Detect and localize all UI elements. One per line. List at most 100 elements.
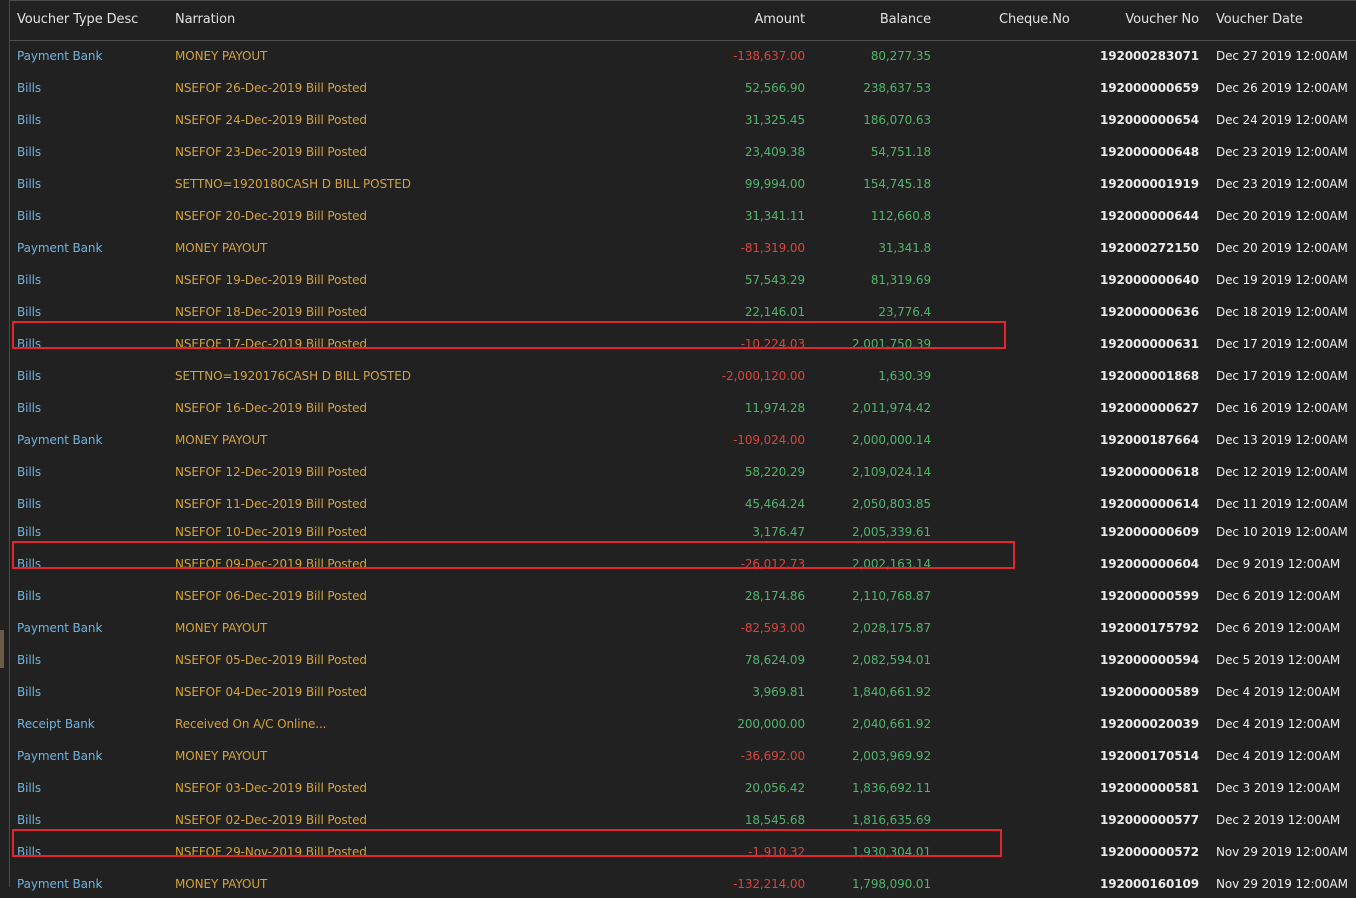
table-row[interactable]: Bills SETTNO=1920180CASH D BILL POSTED 99,…	[10, 170, 1356, 198]
table-row[interactable]: Bills NSEFOF 24-Dec-2019 Bill Posted 31,32…	[10, 106, 1356, 134]
table-row[interactable]: Bills NSEFOF 02-Dec-2019 Bill Posted 18,54…	[10, 806, 1356, 834]
voucher-no-cell: 192000170514	[1100, 749, 1199, 763]
balance-cell: 2,005,339.61	[852, 525, 931, 539]
table-row[interactable]: Payment Bank MONEY PAYOUT -132,214.00 1,798…	[10, 870, 1356, 898]
balance-cell: 238,637.53	[863, 81, 931, 95]
table-row[interactable]: Bills NSEFOF 19-Dec-2019 Bill Posted 57,54…	[10, 266, 1356, 294]
narration-cell: NSEFOF 17-Dec-2019 Bill Posted	[175, 337, 367, 351]
voucher-no-cell: 192000000572	[1100, 845, 1199, 859]
voucher-type-cell: Bills	[17, 465, 41, 479]
voucher-type-cell: Payment Bank	[17, 877, 103, 891]
voucher-no-cell: 192000272150	[1100, 241, 1199, 255]
voucher-type-cell: Bills	[17, 337, 41, 351]
voucher-no-cell: 192000000659	[1100, 81, 1199, 95]
table-row[interactable]: Payment Bank MONEY PAYOUT -81,319.00 31,341…	[10, 234, 1356, 262]
table-row[interactable]: Bills NSEFOF 23-Dec-2019 Bill Posted 23,40…	[10, 138, 1356, 166]
narration-cell: NSEFOF 18-Dec-2019 Bill Posted	[175, 305, 367, 319]
balance-cell: 154,745.18	[863, 177, 931, 191]
table-row[interactable]: Bills SETTNO=1920176CASH D BILL POSTED -2,…	[10, 362, 1356, 390]
narration-cell: NSEFOF 04-Dec-2019 Bill Posted	[175, 685, 367, 699]
table-row[interactable]: Bills NSEFOF 12-Dec-2019 Bill Posted 58,22…	[10, 458, 1356, 486]
table-row[interactable]: Bills NSEFOF 16-Dec-2019 Bill Posted 11,97…	[10, 394, 1356, 422]
table-row[interactable]: Bills NSEFOF 05-Dec-2019 Bill Posted 78,62…	[10, 646, 1356, 674]
column-header-cheque-no[interactable]: Cheque.No	[999, 13, 1070, 27]
voucher-date-cell: Dec 19 2019 12:00AM	[1216, 273, 1348, 287]
amount-cell: -10,224.03	[740, 337, 806, 351]
column-header-balance[interactable]: Balance	[880, 13, 931, 27]
narration-cell: NSEFOF 23-Dec-2019 Bill Posted	[175, 145, 367, 159]
amount-cell: -26,012.73	[740, 557, 806, 571]
table-row[interactable]: Bills NSEFOF 10-Dec-2019 Bill Posted 3,176…	[10, 518, 1356, 546]
column-header-voucher-date[interactable]: Voucher Date	[1216, 13, 1303, 27]
narration-cell: NSEFOF 03-Dec-2019 Bill Posted	[175, 781, 367, 795]
voucher-type-cell: Bills	[17, 813, 41, 827]
table-row[interactable]: Bills NSEFOF 04-Dec-2019 Bill Posted 3,969…	[10, 678, 1356, 706]
table-row[interactable]: Payment Bank MONEY PAYOUT -138,637.00 80,27…	[10, 42, 1356, 70]
voucher-no-cell: 192000001868	[1100, 369, 1199, 383]
table-row[interactable]: Bills NSEFOF 29-Nov-2019 Bill Posted -1,91…	[10, 838, 1356, 866]
table-row[interactable]: Payment Bank MONEY PAYOUT -36,692.00 2,003,…	[10, 742, 1356, 770]
voucher-type-cell: Payment Bank	[17, 749, 103, 763]
narration-cell: NSEFOF 26-Dec-2019 Bill Posted	[175, 81, 367, 95]
balance-cell: 1,816,635.69	[852, 813, 931, 827]
narration-cell: NSEFOF 11-Dec-2019 Bill Posted	[175, 497, 367, 511]
narration-cell: MONEY PAYOUT	[175, 621, 268, 635]
voucher-no-cell: 192000160109	[1100, 877, 1199, 891]
amount-cell: -2,000,120.00	[721, 369, 805, 383]
voucher-date-cell: Dec 5 2019 12:00AM	[1216, 653, 1341, 667]
balance-cell: 2,001,750.39	[852, 337, 931, 351]
table-row[interactable]: Payment Bank MONEY PAYOUT -109,024.00 2,000…	[10, 426, 1356, 454]
column-header-voucher-no[interactable]: Voucher No	[1125, 13, 1199, 27]
table-row[interactable]: Receipt Bank Received On A/C Online... 200…	[10, 710, 1356, 738]
narration-cell: NSEFOF 19-Dec-2019 Bill Posted	[175, 273, 367, 287]
voucher-no-cell: 192000000599	[1100, 589, 1199, 603]
amount-cell: 3,176.47	[752, 525, 805, 539]
voucher-no-cell: 192000283071	[1100, 49, 1199, 63]
voucher-type-cell: Payment Bank	[17, 433, 103, 447]
table-row[interactable]: Payment Bank MONEY PAYOUT -82,593.00 2,028,…	[10, 614, 1356, 642]
column-header-narration[interactable]: Narration	[175, 13, 235, 27]
column-header-amount[interactable]: Amount	[755, 13, 806, 27]
narration-cell: NSEFOF 20-Dec-2019 Bill Posted	[175, 209, 367, 223]
voucher-type-cell: Bills	[17, 653, 41, 667]
voucher-no-cell: 192000000614	[1100, 497, 1199, 511]
voucher-no-cell: 192000000648	[1100, 145, 1199, 159]
amount-cell: 58,220.29	[744, 465, 805, 479]
voucher-type-cell: Bills	[17, 305, 41, 319]
column-header-voucher-type[interactable]: Voucher Type Desc	[17, 13, 138, 27]
voucher-no-cell: 192000000618	[1100, 465, 1199, 479]
voucher-no-cell: 192000187664	[1100, 433, 1199, 447]
narration-cell: NSEFOF 10-Dec-2019 Bill Posted	[175, 525, 367, 539]
table-row[interactable]: Bills NSEFOF 03-Dec-2019 Bill Posted 20,05…	[10, 774, 1356, 802]
voucher-date-cell: Dec 2 2019 12:00AM	[1216, 813, 1341, 827]
voucher-type-cell: Bills	[17, 145, 41, 159]
balance-cell: 31,341.8	[878, 241, 931, 255]
voucher-date-cell: Dec 3 2019 12:00AM	[1216, 781, 1341, 795]
voucher-date-cell: Dec 6 2019 12:00AM	[1216, 621, 1341, 635]
balance-cell: 2,000,000.14	[852, 433, 931, 447]
voucher-date-cell: Dec 9 2019 12:00AM	[1216, 557, 1341, 571]
narration-cell: NSEFOF 16-Dec-2019 Bill Posted	[175, 401, 367, 415]
balance-cell: 2,110,768.87	[852, 589, 931, 603]
amount-cell: 200,000.00	[737, 717, 805, 731]
table-row[interactable]: Bills NSEFOF 09-Dec-2019 Bill Posted -26,0…	[10, 550, 1356, 578]
voucher-no-cell: 192000000581	[1100, 781, 1199, 795]
table-row[interactable]: Bills NSEFOF 18-Dec-2019 Bill Posted 22,14…	[10, 298, 1356, 326]
table-row[interactable]: Bills NSEFOF 26-Dec-2019 Bill Posted 52,56…	[10, 74, 1356, 102]
voucher-no-cell: 192000000609	[1100, 525, 1199, 539]
voucher-no-cell: 192000020039	[1100, 717, 1199, 731]
voucher-type-cell: Bills	[17, 557, 41, 571]
balance-cell: 2,002,163.14	[852, 557, 931, 571]
table-row[interactable]: Bills NSEFOF 06-Dec-2019 Bill Posted 28,17…	[10, 582, 1356, 610]
voucher-date-cell: Dec 16 2019 12:00AM	[1216, 401, 1348, 415]
balance-cell: 2,109,024.14	[852, 465, 931, 479]
table-row[interactable]: Bills NSEFOF 11-Dec-2019 Bill Posted 45,46…	[10, 490, 1356, 518]
amount-cell: -82,593.00	[740, 621, 806, 635]
voucher-date-cell: Dec 23 2019 12:00AM	[1216, 177, 1348, 191]
balance-cell: 1,840,661.92	[852, 685, 931, 699]
table-row[interactable]: Bills NSEFOF 20-Dec-2019 Bill Posted 31,34…	[10, 202, 1356, 230]
voucher-date-cell: Dec 18 2019 12:00AM	[1216, 305, 1348, 319]
narration-cell: NSEFOF 02-Dec-2019 Bill Posted	[175, 813, 367, 827]
voucher-type-cell: Bills	[17, 273, 41, 287]
table-row[interactable]: Bills NSEFOF 17-Dec-2019 Bill Posted -10,2…	[10, 330, 1356, 358]
